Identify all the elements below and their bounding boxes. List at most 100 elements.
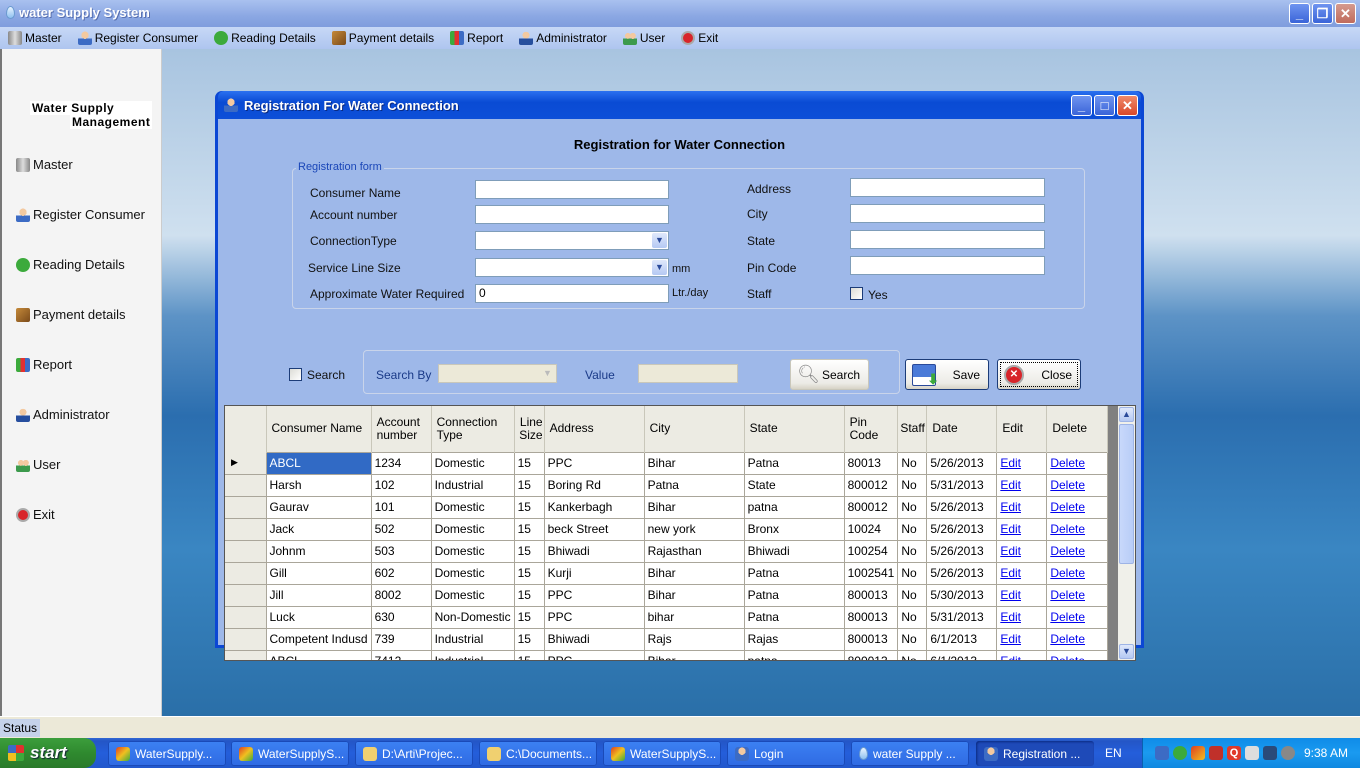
table-row[interactable]: Jill 8002 Domestic 15 PPC Bihar Patna 800013 No 5… — [225, 583, 1109, 607]
table-cell[interactable]: Bihar — [643, 561, 745, 585]
delete-link[interactable]: Delete — [1050, 500, 1085, 514]
col-date[interactable]: Date — [926, 406, 998, 452]
edit-link[interactable]: Edit — [1000, 478, 1021, 492]
table-cell[interactable]: Domestic — [430, 561, 515, 585]
table-cell[interactable]: Domestic — [430, 495, 515, 519]
table-cell[interactable]: No — [897, 583, 928, 607]
dialog-minimize-button[interactable]: _ — [1071, 95, 1092, 116]
edit-link[interactable]: Edit — [1000, 456, 1021, 470]
delete-link[interactable]: Delete — [1050, 610, 1085, 624]
table-cell[interactable]: Kankerbagh — [543, 495, 645, 519]
edit-link-cell[interactable]: Edit — [996, 539, 1048, 563]
edit-link-cell[interactable]: Edit — [996, 627, 1048, 651]
table-cell[interactable]: 15 — [513, 605, 545, 629]
menu-reading-details[interactable]: Reading Details — [214, 31, 316, 45]
table-cell[interactable]: 102 — [370, 473, 432, 497]
taskbar-item[interactable]: Login — [727, 741, 845, 766]
table-cell[interactable]: Patna — [743, 583, 845, 607]
edit-link[interactable]: Edit — [1000, 566, 1021, 580]
tray-monitor-icon[interactable] — [1263, 746, 1277, 760]
delete-link[interactable]: Delete — [1050, 522, 1085, 536]
table-cell[interactable]: Competent Indusd — [265, 627, 372, 651]
sidebar-item-administrator[interactable]: Administrator — [16, 407, 110, 422]
table-row[interactable]: Jack 502 Domestic 15 beck Street new york Bron… — [225, 517, 1109, 541]
restore-button[interactable]: ❐ — [1312, 3, 1333, 24]
table-cell[interactable]: 101 — [370, 495, 432, 519]
table-cell[interactable]: ABCL — [265, 649, 372, 660]
table-cell[interactable]: No — [897, 495, 928, 519]
col-edit[interactable]: Edit — [996, 406, 1048, 452]
table-cell[interactable]: Rajasthan — [643, 539, 745, 563]
table-cell[interactable]: 1234 — [370, 451, 432, 475]
table-cell[interactable]: Domestic — [430, 517, 515, 541]
close-button[interactable]: ✕ Close — [997, 359, 1081, 390]
col-address[interactable]: Address — [544, 406, 645, 452]
search-checkbox[interactable] — [289, 368, 302, 381]
vertical-scrollbar[interactable]: ▲ ▼ — [1118, 406, 1135, 660]
edit-link[interactable]: Edit — [1000, 654, 1021, 660]
water-required-field[interactable]: 0 — [475, 284, 669, 303]
menu-master[interactable]: Master — [8, 31, 62, 45]
table-cell[interactable]: Bhiwadi — [543, 539, 645, 563]
edit-link[interactable]: Edit — [1000, 500, 1021, 514]
row-header[interactable] — [225, 474, 267, 497]
table-cell[interactable]: 800013 — [843, 627, 899, 651]
tray-network-icon[interactable] — [1173, 746, 1187, 760]
delete-link[interactable]: Delete — [1050, 588, 1085, 602]
table-cell[interactable]: Industrial — [430, 627, 515, 651]
table-cell[interactable]: Industrial — [430, 473, 515, 497]
table-cell[interactable]: 6/1/2013 — [926, 627, 998, 651]
table-cell[interactable]: Bihar — [643, 495, 745, 519]
tray-q-icon[interactable]: Q — [1227, 746, 1241, 760]
table-cell[interactable]: 502 — [370, 517, 432, 541]
dialog-maximize-button[interactable]: □ — [1094, 95, 1115, 116]
table-cell[interactable]: 800013 — [843, 605, 899, 629]
chevron-down-icon[interactable]: ▼ — [652, 260, 667, 275]
sidebar-item-user[interactable]: User — [16, 457, 60, 472]
table-cell[interactable]: Bhiwadi — [743, 539, 845, 563]
table-row[interactable]: ▶ ABCL 1234 Domestic 15 PPC Bihar Patna 80013 No 5… — [225, 451, 1109, 475]
table-cell[interactable]: Johnm — [265, 539, 372, 563]
table-cell[interactable]: 630 — [370, 605, 432, 629]
tray-app-icon[interactable] — [1191, 746, 1205, 760]
table-cell[interactable]: 15 — [513, 539, 545, 563]
city-field[interactable] — [850, 204, 1045, 223]
language-indicator[interactable]: EN — [1105, 746, 1122, 760]
delete-link-cell[interactable]: Delete — [1046, 605, 1109, 629]
taskbar-item[interactable]: WaterSupplyS... — [231, 741, 349, 766]
staff-checkbox[interactable] — [850, 287, 863, 300]
delete-link[interactable]: Delete — [1050, 566, 1085, 580]
table-cell[interactable]: No — [897, 627, 928, 651]
sidebar-item-register-consumer[interactable]: Register Consumer — [16, 207, 145, 222]
table-cell[interactable]: 800013 — [843, 583, 899, 607]
account-number-field[interactable] — [475, 205, 669, 224]
table-cell[interactable]: 15 — [513, 473, 545, 497]
close-window-button[interactable]: ✕ — [1335, 3, 1356, 24]
table-cell[interactable]: Kurji — [543, 561, 645, 585]
edit-link-cell[interactable]: Edit — [996, 517, 1048, 541]
table-cell[interactable]: 800012 — [843, 473, 899, 497]
delete-link[interactable]: Delete — [1050, 544, 1085, 558]
table-cell[interactable]: Jill — [265, 583, 372, 607]
sidebar-item-master[interactable]: Master — [16, 157, 73, 172]
table-cell[interactable]: 15 — [513, 495, 545, 519]
row-header[interactable] — [225, 540, 267, 563]
taskbar-item-active[interactable]: Registration ... — [976, 741, 1094, 766]
table-cell[interactable]: No — [897, 539, 928, 563]
taskbar-item[interactable]: C:\Documents... — [479, 741, 597, 766]
delete-link-cell[interactable]: Delete — [1046, 649, 1109, 660]
table-cell[interactable]: Bhiwadi — [543, 627, 645, 651]
table-cell[interactable]: PPC — [543, 649, 645, 660]
table-cell[interactable]: ABCL — [265, 451, 372, 475]
table-cell[interactable]: PPC — [543, 451, 645, 475]
col-connection-type[interactable]: Connection Type — [431, 406, 515, 452]
table-cell[interactable]: 15 — [513, 583, 545, 607]
taskbar-item[interactable]: D:\Arti\Projec... — [355, 741, 473, 766]
search-value-field[interactable] — [638, 364, 738, 383]
chevron-down-icon[interactable]: ▼ — [540, 366, 555, 381]
table-cell[interactable]: Bihar — [643, 649, 745, 660]
delete-link[interactable]: Delete — [1050, 632, 1085, 646]
menu-user[interactable]: User — [622, 31, 665, 45]
table-cell[interactable]: 5/26/2013 — [926, 517, 998, 541]
taskbar-item[interactable]: WaterSupply... — [108, 741, 226, 766]
